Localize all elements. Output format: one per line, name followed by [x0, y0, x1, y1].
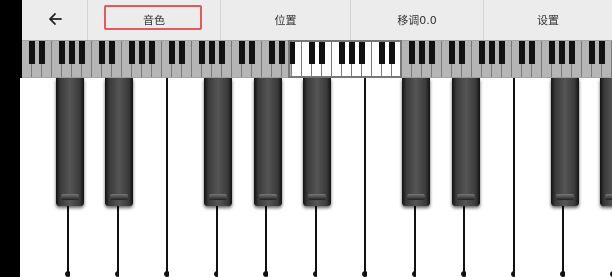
sound-button-highlight	[104, 5, 202, 30]
top-toolbar: 音色 位置 移调0.0 设置	[22, 0, 612, 40]
piano-keyboard[interactable]	[20, 78, 612, 277]
mini-black-key	[339, 41, 345, 64]
mini-black-key	[309, 41, 315, 64]
mini-black-key	[59, 41, 65, 64]
mini-black-key	[599, 41, 605, 64]
mini-black-key	[289, 41, 295, 64]
mini-black-key	[529, 41, 535, 64]
settings-label: 设置	[537, 14, 559, 27]
mini-black-key	[109, 41, 115, 64]
position-label: 位置	[274, 14, 297, 27]
sound-button[interactable]: 音色	[88, 0, 221, 40]
mini-black-key	[69, 41, 75, 64]
mini-black-key	[139, 41, 145, 64]
mini-black-key	[269, 41, 275, 64]
mini-black-key	[419, 41, 425, 64]
mini-keyboard-navigator[interactable]	[22, 40, 612, 78]
mini-black-key	[169, 41, 175, 64]
mini-black-key	[279, 41, 285, 64]
mini-black-key	[589, 41, 595, 64]
mini-black-key	[459, 41, 465, 64]
transpose-label: 移调0.0	[397, 14, 437, 27]
settings-button[interactable]: 设置	[484, 0, 612, 40]
mini-black-key	[349, 41, 355, 64]
mini-black-key	[359, 41, 365, 64]
black-key[interactable]	[253, 78, 282, 206]
position-button[interactable]: 位置	[221, 0, 351, 40]
mini-black-key	[429, 41, 435, 64]
black-key[interactable]	[550, 78, 579, 206]
black-key[interactable]	[303, 78, 331, 206]
mini-black-key	[499, 41, 505, 64]
mini-black-key	[549, 41, 555, 64]
black-key[interactable]	[105, 78, 133, 206]
transpose-button[interactable]: 移调0.0	[351, 0, 484, 40]
mini-black-key	[449, 41, 455, 64]
mini-black-key	[489, 41, 495, 64]
mini-black-key	[149, 41, 155, 64]
black-key[interactable]	[55, 78, 84, 206]
black-key[interactable]	[600, 78, 612, 206]
black-key[interactable]	[451, 78, 480, 206]
mini-black-key	[389, 41, 395, 64]
mini-black-key	[569, 41, 575, 64]
arrow-left-icon	[47, 11, 63, 30]
mini-black-key	[129, 41, 135, 64]
mini-black-key	[209, 41, 215, 64]
black-key[interactable]	[402, 78, 430, 206]
mini-black-key	[319, 41, 325, 64]
mini-black-key	[179, 41, 185, 64]
back-button[interactable]	[22, 0, 88, 40]
mini-black-key	[519, 41, 525, 64]
mini-black-key	[409, 41, 415, 64]
mini-black-key	[99, 41, 105, 64]
mini-black-key	[479, 41, 485, 64]
mini-black-key	[379, 41, 385, 64]
mini-black-key	[29, 41, 35, 64]
mini-black-key	[199, 41, 205, 64]
mini-black-key	[239, 41, 245, 64]
screen-bezel	[0, 0, 22, 277]
mini-black-key	[249, 41, 255, 64]
black-key[interactable]	[204, 78, 232, 206]
mini-black-key	[559, 41, 565, 64]
mini-black-key	[79, 41, 85, 64]
mini-black-key	[219, 41, 225, 64]
mini-black-key	[39, 41, 45, 64]
